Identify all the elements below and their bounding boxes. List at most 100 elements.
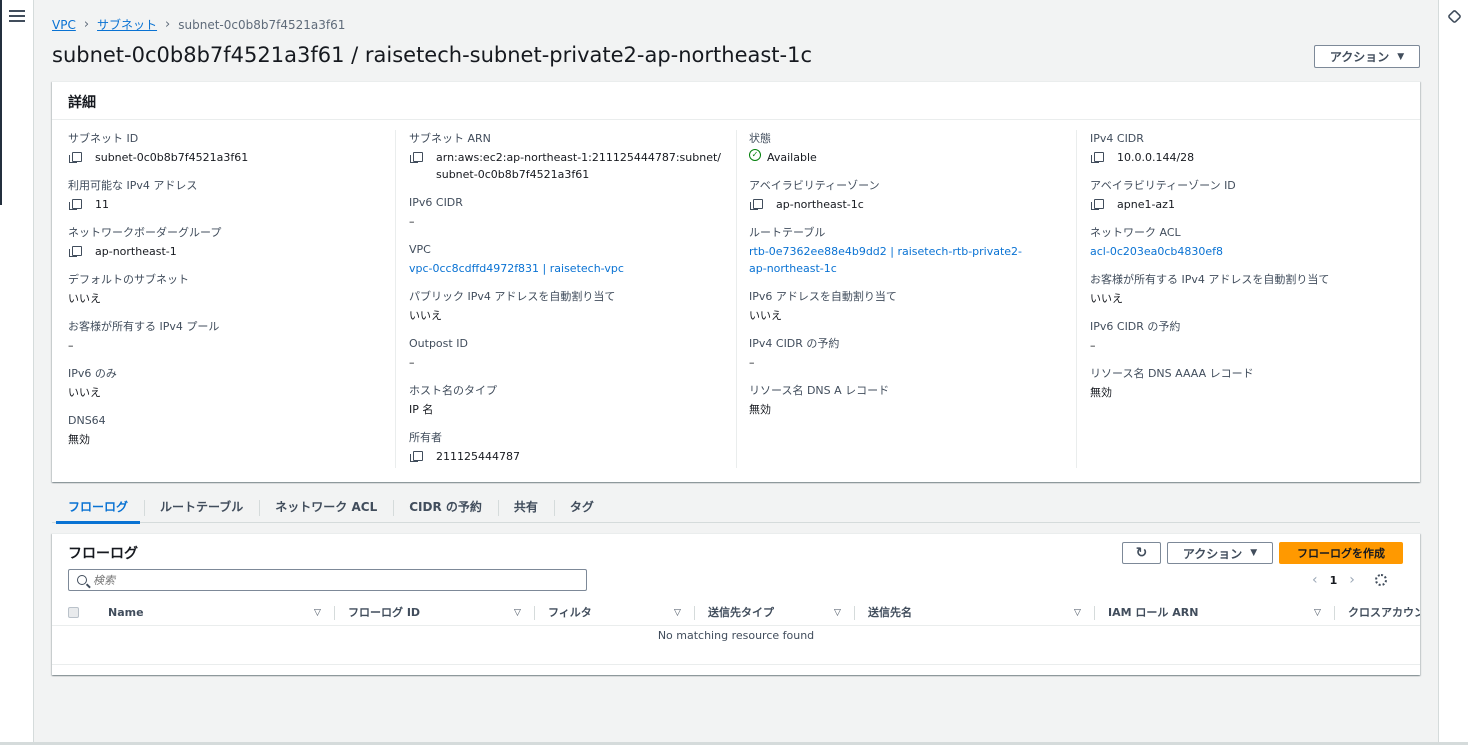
refresh-button[interactable]: ↻: [1122, 542, 1161, 564]
field-route-table: ルートテーブル rtb-0e7362ee88e4b9dd2 | raisetec…: [749, 226, 1079, 277]
flow-logs-panel: フローログ ↻ アクション ▼ フローログを作成 ‹ 1 › Name ▽ フロ…: [52, 533, 1420, 675]
field-outpost-id: Outpost ID –: [409, 337, 739, 371]
menu-icon[interactable]: [9, 10, 25, 24]
caret-down-icon: ▼: [1397, 51, 1405, 62]
header-actions-button[interactable]: アクション ▼: [1314, 45, 1420, 68]
status-badge: Available: [767, 151, 817, 164]
field-dns64: DNS64 無効: [68, 414, 398, 448]
default-subnet-value: いいえ: [68, 292, 101, 305]
sort-icon[interactable]: ▽: [834, 600, 841, 625]
available-ipv4-value: 11: [95, 198, 109, 211]
column-header-iam-role-arn[interactable]: IAM ロール ARN ▽: [1108, 600, 1335, 625]
border-group-value: ap-northeast-1: [95, 245, 177, 258]
search-input[interactable]: [93, 573, 573, 587]
breadcrumb-current: subnet-0c0b8b7f4521a3f61: [178, 17, 346, 32]
field-label: お客様が所有する IPv4 アドレスを自動割り当て: [1090, 273, 1330, 286]
select-all-checkbox[interactable]: [68, 607, 79, 618]
hostname-type-value: IP 名: [409, 403, 434, 416]
field-label: 利用可能な IPv4 アドレス: [68, 179, 198, 192]
az-value: ap-northeast-1c: [776, 198, 864, 211]
network-acl-link[interactable]: acl-0c203ea0cb4830ef8: [1090, 243, 1223, 260]
gear-icon[interactable]: [1374, 574, 1387, 586]
tab-sharing[interactable]: 共有: [497, 495, 554, 523]
sort-icon[interactable]: ▽: [314, 600, 321, 625]
breadcrumb-vpc[interactable]: VPC: [52, 18, 76, 32]
column-resizer[interactable]: [534, 606, 535, 620]
outpost-id-value: –: [409, 356, 415, 369]
copy-icon[interactable]: [1091, 199, 1104, 210]
tab-network-acl[interactable]: ネットワーク ACL: [259, 495, 393, 523]
column-header-filter[interactable]: フィルタ ▽: [548, 600, 695, 625]
sort-icon[interactable]: ▽: [1314, 600, 1321, 625]
column-header-name[interactable]: Name ▽: [108, 600, 335, 625]
tab-cidr-reservations[interactable]: CIDR の予約: [393, 495, 498, 523]
field-available-ipv4: 利用可能な IPv4 アドレス 11: [68, 179, 398, 213]
field-label: IPv6 CIDR の予約: [1090, 320, 1181, 333]
field-customer-ipv4-pool: お客様が所有する IPv4 プール –: [68, 320, 398, 354]
create-flow-log-button[interactable]: フローログを作成: [1279, 542, 1403, 564]
column-header-destination-type[interactable]: 送信先タイプ ▽: [708, 600, 855, 625]
sort-icon[interactable]: ▽: [1074, 600, 1081, 625]
field-label: お客様が所有する IPv4 プール: [68, 320, 220, 333]
copy-icon[interactable]: [410, 152, 423, 163]
breadcrumb-subnets[interactable]: サブネット: [97, 16, 157, 33]
route-table-link[interactable]: rtb-0e7362ee88e4b9dd2 | raisetech-rtb-pr…: [749, 243, 1039, 277]
copy-icon[interactable]: [69, 199, 82, 210]
column-label: フィルタ: [548, 606, 592, 619]
chevron-right-icon: ›: [83, 17, 90, 32]
column-header-flow-log-id[interactable]: フローログ ID ▽: [348, 600, 535, 625]
public-ipv4-value: いいえ: [409, 309, 442, 322]
subnet-id-value: subnet-0c0b8b7f4521a3f61: [95, 151, 249, 164]
sort-icon[interactable]: ▽: [674, 600, 681, 625]
column-resizer[interactable]: [1334, 606, 1335, 620]
search-field: [68, 569, 587, 591]
details-panel: 詳細 サブネット ID subnet-0c0b8b7f4521a3f61 利用可…: [52, 81, 1420, 482]
header-actions-label: アクション: [1329, 50, 1390, 64]
chevron-right-icon[interactable]: ›: [1349, 572, 1355, 588]
field-ipv6-auto: IPv6 アドレスを自動割り当て いいえ: [749, 290, 1079, 324]
details-column-3: 状態 ✓ Available アベイラビリティーゾーン ap-northeast-…: [749, 132, 1079, 431]
flow-actions-button[interactable]: アクション ▼: [1167, 542, 1273, 564]
details-column-4: IPv4 CIDR 10.0.0.144/28 アベイラビリティーゾーン ID …: [1090, 132, 1420, 414]
copy-icon[interactable]: [69, 246, 82, 257]
column-resizer[interactable]: [854, 606, 855, 620]
details-column-2: サブネット ARN arn:aws:ec2:ap-northeast-1:211…: [409, 132, 739, 478]
current-page[interactable]: 1: [1330, 574, 1338, 587]
column-resizer[interactable]: [694, 606, 695, 620]
field-dns-aaaa-record: リソース名 DNS AAAA レコード 無効: [1090, 367, 1420, 401]
tab-route-table[interactable]: ルートテーブル: [144, 495, 259, 523]
copy-icon[interactable]: [750, 199, 763, 210]
field-ipv4-cidr: IPv4 CIDR 10.0.0.144/28: [1090, 132, 1420, 166]
tab-tags[interactable]: タグ: [553, 495, 610, 523]
column-label: 送信先名: [868, 606, 912, 619]
chevron-right-icon: ›: [165, 17, 171, 32]
chevron-left-icon[interactable]: ‹: [1312, 572, 1318, 588]
column-header-destination-name[interactable]: 送信先名 ▽: [868, 600, 1095, 625]
field-customer-ipv4-auto: お客様が所有する IPv4 アドレスを自動割り当て いいえ: [1090, 273, 1420, 307]
copy-icon[interactable]: [1091, 152, 1104, 163]
sort-icon[interactable]: ▽: [514, 600, 521, 625]
dns64-value: 無効: [68, 433, 90, 446]
column-resizer[interactable]: [334, 606, 335, 620]
help-panel-icon[interactable]: [1447, 9, 1462, 24]
field-network-acl: ネットワーク ACL acl-0c203ea0cb4830ef8: [1090, 226, 1420, 260]
field-label: 状態: [749, 132, 771, 145]
field-label: ネットワークボーダーグループ: [68, 226, 222, 239]
copy-icon[interactable]: [410, 451, 423, 462]
tab-flow-logs[interactable]: フローログ: [52, 495, 144, 524]
ipv4-reservation-value: –: [749, 356, 755, 369]
field-network-border-group: ネットワークボーダーグループ ap-northeast-1: [68, 226, 398, 260]
field-state: 状態 ✓ Available: [749, 132, 1079, 166]
column-header-cross-account[interactable]: クロスアカウン: [1348, 600, 1420, 625]
field-label: サブネット ARN: [409, 132, 491, 145]
left-nav-rail: [0, 0, 34, 745]
field-label: ルートテーブル: [749, 226, 826, 239]
field-label: リソース名 DNS A レコード: [749, 384, 890, 397]
copy-icon[interactable]: [69, 152, 82, 163]
right-tools-rail: [1438, 0, 1468, 745]
field-label: 所有者: [409, 431, 442, 444]
field-label: VPC: [409, 243, 431, 256]
column-resizer[interactable]: [1094, 606, 1095, 620]
vpc-link[interactable]: vpc-0cc8cdffd4972f831 | raisetech-vpc: [409, 260, 624, 277]
field-availability-zone: アベイラビリティーゾーン ap-northeast-1c: [749, 179, 1079, 213]
